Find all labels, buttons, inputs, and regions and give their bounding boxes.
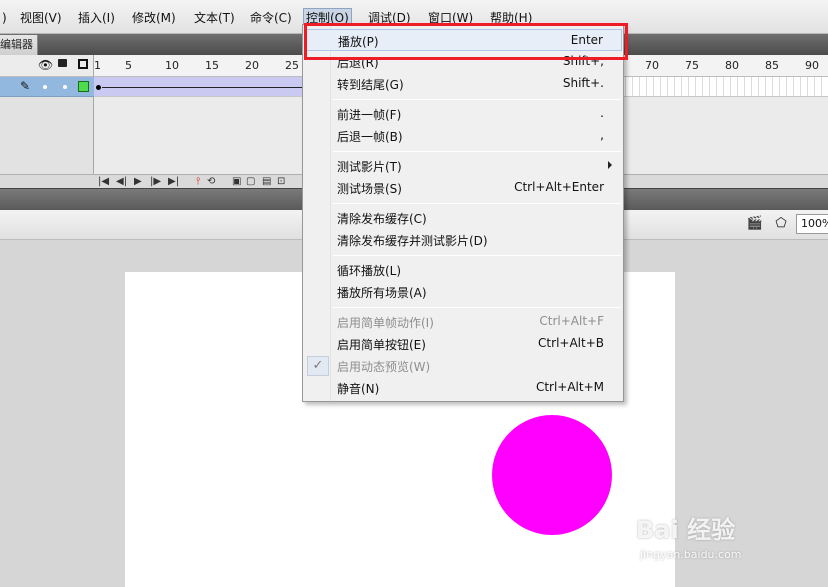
first-frame-icon[interactable]: |◀ bbox=[98, 175, 109, 188]
ruler-tick: 1 bbox=[94, 59, 101, 72]
menu-item-shortcut: Ctrl+Alt+Enter bbox=[514, 180, 604, 194]
menu-item-label: 静音(N) bbox=[337, 382, 380, 396]
menu-item-shortcut: , bbox=[600, 128, 604, 142]
step-forward-icon[interactable]: |▶ bbox=[150, 175, 161, 188]
lock-icon[interactable] bbox=[58, 59, 67, 67]
menu-item-label: 循环播放(L) bbox=[337, 264, 402, 278]
menu-item-label: 测试影片(T) bbox=[337, 160, 402, 174]
visible-dot-icon[interactable] bbox=[43, 85, 47, 89]
ruler-tick: 10 bbox=[165, 59, 179, 72]
edit-symbols-icon[interactable]: ⬠ bbox=[770, 215, 792, 233]
menu-separator bbox=[333, 307, 621, 308]
menu-item-label: 测试场景(S) bbox=[337, 182, 402, 196]
edit-scene-icon[interactable]: 🎬 bbox=[744, 215, 766, 233]
checkmark-icon: ✓ bbox=[307, 356, 329, 376]
menu-item-label: 启用简单按钮(E) bbox=[337, 338, 426, 352]
menu-modify[interactable]: 修改(M) bbox=[132, 9, 176, 27]
submenu-arrow-icon bbox=[608, 161, 612, 169]
keyframe-dot bbox=[96, 85, 101, 90]
menu-fragment[interactable]: ) bbox=[2, 9, 7, 27]
menu-text[interactable]: 文本(T) bbox=[194, 9, 235, 27]
highlight-annotation-box bbox=[304, 23, 628, 60]
menu-separator bbox=[333, 203, 621, 204]
zoom-field[interactable]: 100% bbox=[796, 214, 828, 234]
menu-item-label: 转到结尾(G) bbox=[337, 78, 404, 92]
ruler-tick: 75 bbox=[685, 59, 699, 72]
menu-item-enable-simple-buttons[interactable]: 启用简单按钮(E) Ctrl+Alt+B bbox=[304, 333, 622, 355]
eye-icon[interactable]: 👁 bbox=[38, 58, 53, 72]
menu-item-shortcut: Ctrl+Alt+M bbox=[535, 380, 604, 394]
edit-multiple-icon[interactable]: ▤ bbox=[262, 175, 271, 188]
loop-icon[interactable]: ⟲ bbox=[207, 175, 215, 188]
menu-item-test-movie[interactable]: 测试影片(T) bbox=[304, 155, 622, 177]
onion-skin-icon[interactable]: ▣ bbox=[232, 175, 241, 188]
menu-item-label: 启用动态预览(W) bbox=[337, 360, 431, 374]
last-frame-icon[interactable]: ▶| bbox=[168, 175, 179, 188]
ruler-tick: 15 bbox=[205, 59, 219, 72]
menu-item-step-forward[interactable]: 前进一帧(F) . bbox=[304, 103, 622, 125]
menu-item-label: 启用简单帧动作(I) bbox=[337, 316, 434, 330]
menu-item-shortcut: Shift+. bbox=[562, 76, 604, 90]
menu-item-enable-live-preview[interactable]: ✓ 启用动态预览(W) bbox=[304, 355, 622, 377]
play-icon[interactable]: ▶ bbox=[134, 175, 142, 188]
ruler-tick: 20 bbox=[245, 59, 259, 72]
menu-item-enable-simple-frame-actions[interactable]: 启用简单帧动作(I) Ctrl+Alt+F bbox=[304, 311, 622, 333]
menu-item-goto-end[interactable]: 转到结尾(G) Shift+. bbox=[304, 73, 622, 95]
step-back-icon[interactable]: ◀| bbox=[116, 175, 127, 188]
layer-header: 👁 bbox=[0, 55, 94, 77]
ruler-tick: 80 bbox=[725, 59, 739, 72]
menu-item-label: 清除发布缓存(C) bbox=[337, 212, 427, 226]
outline-icon[interactable] bbox=[78, 59, 88, 69]
menu-item-shortcut: Ctrl+Alt+B bbox=[538, 336, 604, 350]
center-frame-icon[interactable]: ⫯ bbox=[196, 175, 200, 188]
panel-tab-editor[interactable]: 编辑器 bbox=[0, 35, 38, 55]
menu-item-mute[interactable]: 静音(N) Ctrl+Alt+M bbox=[304, 377, 622, 399]
control-menu-dropdown: 播放(P) Enter 后退(R) Shift+, 转到结尾(G) Shift+… bbox=[302, 24, 624, 402]
onion-outline-icon[interactable]: ▢ bbox=[246, 175, 255, 188]
menu-commands[interactable]: 命令(C) bbox=[250, 9, 292, 27]
frame-span[interactable] bbox=[94, 77, 304, 96]
menu-separator bbox=[333, 255, 621, 256]
menu-item-clear-cache-test[interactable]: 清除发布缓存并测试影片(D) bbox=[304, 229, 622, 251]
magenta-circle[interactable] bbox=[492, 415, 612, 535]
menu-view[interactable]: 视图(V) bbox=[20, 9, 62, 27]
ruler-tick: 90 bbox=[805, 59, 819, 72]
pencil-icon: ✎ bbox=[20, 79, 31, 93]
layer-list-empty bbox=[0, 97, 94, 174]
menu-item-play-all-scenes[interactable]: 播放所有场景(A) bbox=[304, 281, 622, 303]
menu-item-label: 后退一帧(B) bbox=[337, 130, 403, 144]
ruler-tick: 70 bbox=[645, 59, 659, 72]
modify-markers-icon[interactable]: ⊡ bbox=[277, 175, 285, 188]
menu-item-label: 清除发布缓存并测试影片(D) bbox=[337, 234, 488, 248]
ruler-tick: 5 bbox=[125, 59, 132, 72]
menu-insert[interactable]: 插入(I) bbox=[78, 9, 115, 27]
ruler-tick: 85 bbox=[765, 59, 779, 72]
menu-item-clear-publish-cache[interactable]: 清除发布缓存(C) bbox=[304, 207, 622, 229]
lock-dot-icon[interactable] bbox=[63, 85, 67, 89]
menu-item-label: 播放所有场景(A) bbox=[337, 286, 427, 300]
menu-separator bbox=[333, 151, 621, 152]
menu-item-step-backward[interactable]: 后退一帧(B) , bbox=[304, 125, 622, 147]
watermark-url: jingyan.baidu.com bbox=[640, 548, 742, 561]
layer-color-swatch[interactable] bbox=[78, 81, 89, 92]
menu-item-shortcut: . bbox=[600, 106, 604, 120]
menu-item-test-scene[interactable]: 测试场景(S) Ctrl+Alt+Enter bbox=[304, 177, 622, 199]
menu-item-label: 前进一帧(F) bbox=[337, 108, 402, 122]
ruler-tick: 25 bbox=[285, 59, 299, 72]
layer-row[interactable]: ✎ bbox=[0, 77, 94, 97]
watermark-logo: Bai 经验 bbox=[636, 516, 736, 544]
menu-separator bbox=[333, 99, 621, 100]
menu-item-shortcut: Ctrl+Alt+F bbox=[539, 314, 604, 328]
menu-item-loop-playback[interactable]: 循环播放(L) bbox=[304, 259, 622, 281]
tween-line bbox=[102, 87, 302, 88]
